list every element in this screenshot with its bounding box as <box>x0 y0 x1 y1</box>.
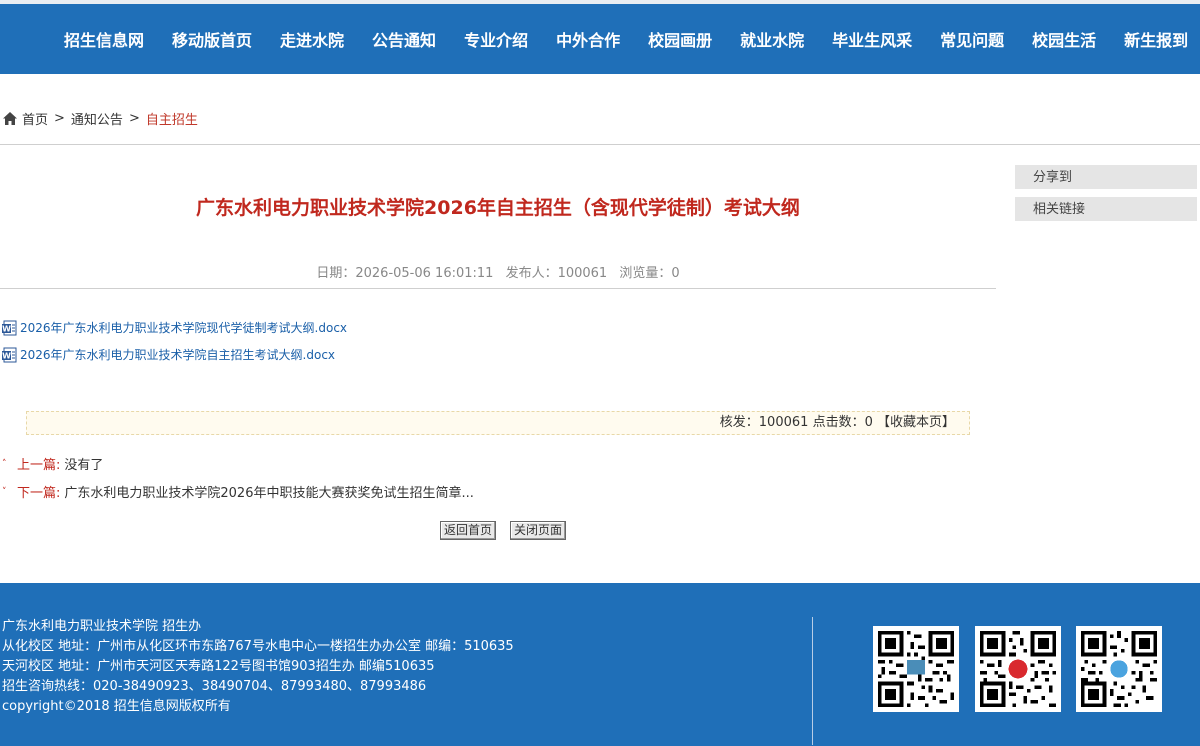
attachment-link[interactable]: W 2026年广东水利电力职业技术学院自主招生考试大纲.docx <box>2 346 335 363</box>
next-label: 下一篇: <box>17 486 61 501</box>
footer-copyright: copyright©2018 招生信息网版权所有 <box>2 699 231 714</box>
nav-item-mobile[interactable]: 移动版首页 <box>158 27 266 51</box>
sidebar: 分享到 相关链接 <box>1015 165 1197 229</box>
chevron-up-icon: ˄ <box>2 458 7 469</box>
nav-list: 招生信息网 移动版首页 走进水院 公告通知 专业介绍 中外合作 校园画册 就业水… <box>50 4 1200 74</box>
attachment-name[interactable]: 2026年广东水利电力职业技术学院现代学徒制考试大纲.docx <box>20 319 347 336</box>
attachment-link[interactable]: W 2026年广东水利电力职业技术学院现代学徒制考试大纲.docx <box>2 319 347 336</box>
qr-code-icon <box>1076 626 1162 712</box>
breadcrumb-notices[interactable]: 通知公告 <box>71 109 123 128</box>
divider <box>0 144 1200 145</box>
nav-item-zhaosheng[interactable]: 招生信息网 <box>50 27 158 51</box>
footer: 广东水利电力职业技术学院 招生办 从化校区 地址：广州市从化区环市东路767号水… <box>0 583 1200 746</box>
qr-code-icon <box>873 626 959 712</box>
prev-title: 没有了 <box>64 458 104 473</box>
article-meta: 日期：2026-05-06 16:01:11 发布人：100061 浏览量：0 <box>0 262 996 281</box>
svg-text:W: W <box>2 324 11 333</box>
nav-item-freshmen[interactable]: 新生报到 <box>1110 27 1200 51</box>
breadcrumb-separator: > <box>128 111 140 126</box>
breadcrumb-current[interactable]: 自主招生 <box>146 109 198 128</box>
qr-code-icon <box>975 626 1061 712</box>
chevron-down-icon: ˅ <box>2 486 7 497</box>
word-doc-icon: W <box>2 347 17 362</box>
nav-item-cooperation[interactable]: 中外合作 <box>542 27 634 51</box>
nav-item-notices[interactable]: 公告通知 <box>358 27 450 51</box>
nav-item-employment[interactable]: 就业水院 <box>726 27 818 51</box>
back-home-button[interactable]: 返回首页 <box>440 521 497 540</box>
prev-label: 上一篇: <box>17 458 61 473</box>
approver-text: 核发：100061 <box>719 415 809 430</box>
click-count: 点击数：0 <box>812 415 873 430</box>
share-box[interactable]: 分享到 <box>1015 165 1197 189</box>
footer-org: 广东水利电力职业技术学院 招生办 <box>2 619 202 634</box>
article-date: 日期：2026-05-06 16:01:11 <box>316 266 494 281</box>
article-publisher: 发布人：100061 <box>505 266 608 281</box>
next-article: ˅ 下一篇: 广东水利电力职业技术学院2026年中职技能大赛获奖免试生招生简章.… <box>2 482 474 501</box>
nav-item-campus-life[interactable]: 校园生活 <box>1018 27 1110 51</box>
prev-article: ˄ 上一篇: 没有了 <box>2 454 103 473</box>
related-links-box[interactable]: 相关链接 <box>1015 197 1197 221</box>
nav-item-album[interactable]: 校园画册 <box>634 27 726 51</box>
nav-item-majors[interactable]: 专业介绍 <box>450 27 542 51</box>
breadcrumb-home[interactable]: 首页 <box>22 109 48 128</box>
article-views: 浏览量：0 <box>619 266 680 281</box>
breadcrumb: 首页 > 通知公告 > 自主招生 <box>3 109 198 128</box>
footer-divider <box>812 617 813 745</box>
home-icon <box>3 112 17 125</box>
next-title-link[interactable]: 广东水利电力职业技术学院2026年中职技能大赛获奖免试生招生简章... <box>64 482 473 501</box>
close-page-button[interactable]: 关闭页面 <box>510 521 567 540</box>
attachment-name[interactable]: 2026年广东水利电力职业技术学院自主招生考试大纲.docx <box>20 346 335 363</box>
nav-item-about[interactable]: 走进水院 <box>266 27 358 51</box>
divider <box>0 288 996 289</box>
nav-item-faq[interactable]: 常见问题 <box>926 27 1018 51</box>
article-info-bar: 核发：100061 点击数：0 【收藏本页】 <box>26 411 970 435</box>
footer-contact: 广东水利电力职业技术学院 招生办 从化校区 地址：广州市从化区环市东路767号水… <box>2 617 514 717</box>
nav-item-graduates[interactable]: 毕业生风采 <box>818 27 926 51</box>
footer-conghua-address: 从化校区 地址：广州市从化区环市东路767号水电中心一楼招生办办公室 邮编：51… <box>2 639 514 654</box>
footer-hotline: 招生咨询热线：020-38490923、38490704、87993480、87… <box>2 679 427 694</box>
word-doc-icon: W <box>2 320 17 335</box>
article-title: 广东水利电力职业技术学院2026年自主招生（含现代学徒制）考试大纲 <box>196 197 800 219</box>
breadcrumb-separator: > <box>54 111 65 126</box>
svg-text:W: W <box>2 351 11 360</box>
favorite-link[interactable]: 【收藏本页】 <box>877 415 955 430</box>
main-nav: 招生信息网 移动版首页 走进水院 公告通知 专业介绍 中外合作 校园画册 就业水… <box>0 4 1200 74</box>
action-buttons: 返回首页 关闭页面 <box>440 521 580 540</box>
footer-tianhe-address: 天河校区 地址：广州市天河区天寿路122号图书馆903招生办 邮编510635 <box>2 659 435 674</box>
